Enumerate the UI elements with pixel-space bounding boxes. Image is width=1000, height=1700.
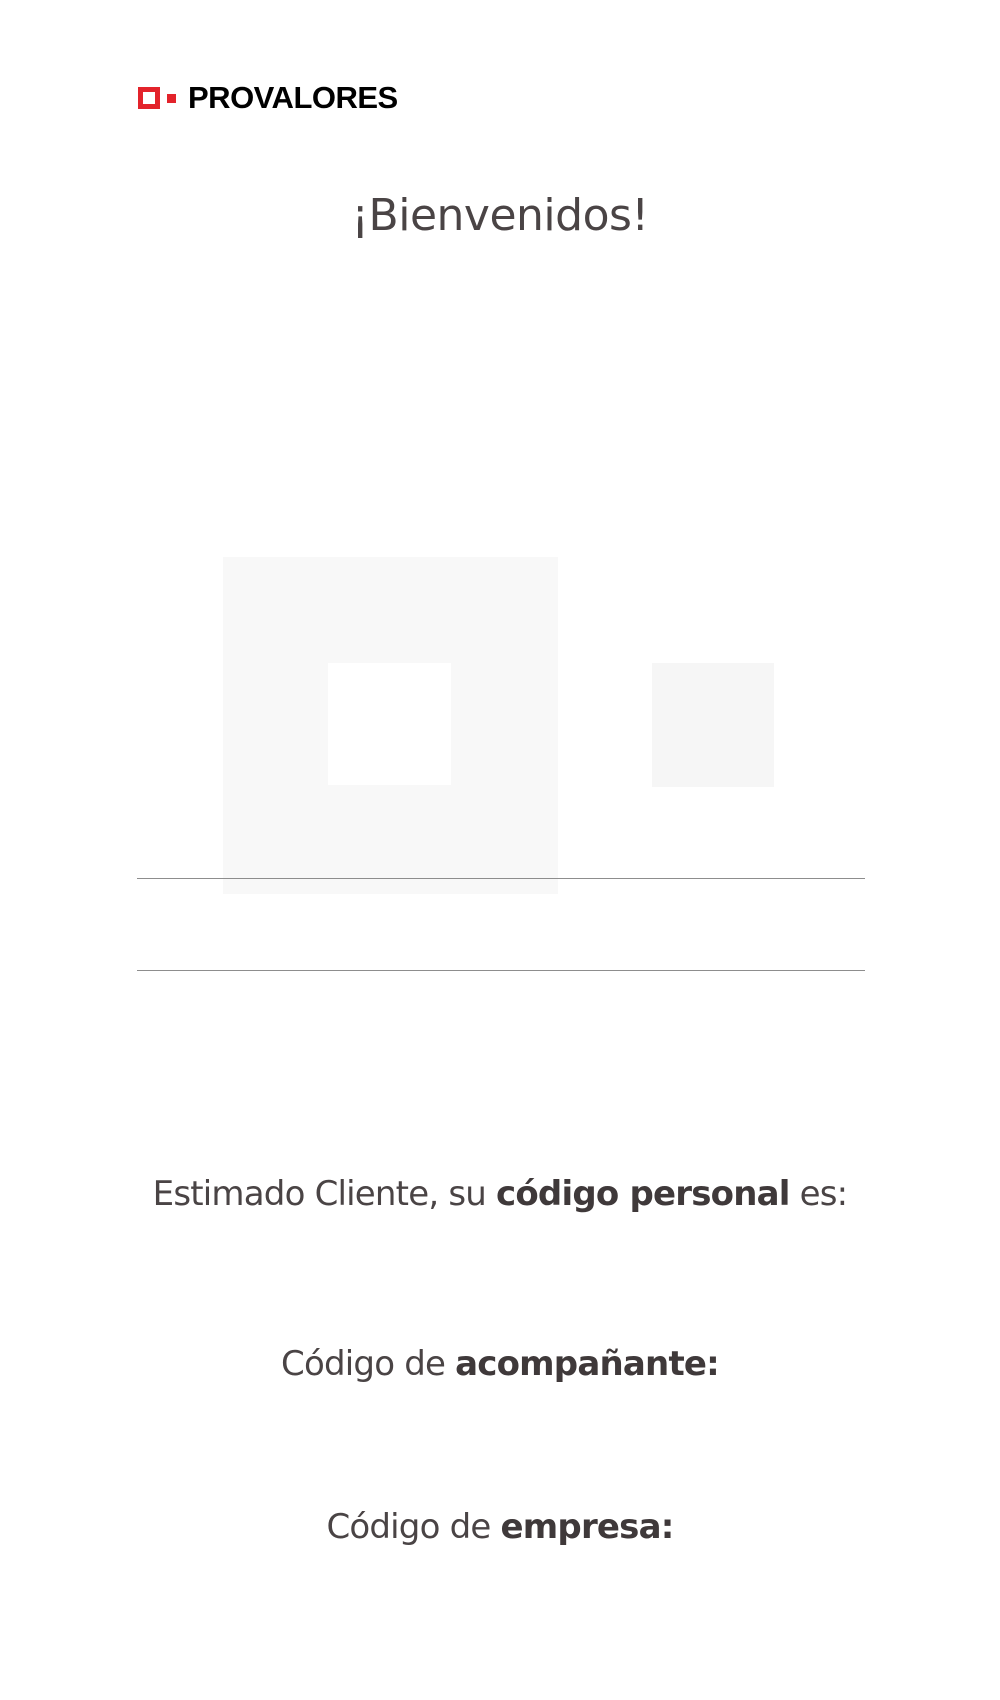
divider-bottom (137, 970, 865, 971)
personal-code-suffix: es: (789, 1174, 848, 1214)
companion-code-prefix: Código de (281, 1344, 456, 1384)
qr-code-placeholder (223, 557, 558, 894)
page-title: ¡Bienvenidos! (351, 190, 649, 241)
logo-dot-icon (167, 93, 176, 103)
personal-code-emphasis: código personal (496, 1174, 790, 1214)
divider-top (137, 878, 865, 879)
company-code-prefix: Código de (326, 1507, 501, 1547)
personal-code-label: Estimado Cliente, su código personal es: (0, 1174, 1000, 1214)
company-code-label: Código de empresa: (0, 1507, 1000, 1547)
provalores-logo-icon (138, 87, 160, 109)
secondary-image-placeholder (652, 663, 774, 787)
brand-name: PROVALORES (188, 80, 398, 115)
qr-code-inner-square (328, 663, 451, 785)
personal-code-prefix: Estimado Cliente, su (152, 1174, 497, 1214)
company-code-emphasis: empresa: (500, 1507, 675, 1547)
brand-logo: PROVALORES (138, 82, 398, 114)
companion-code-emphasis: acompañante: (455, 1344, 720, 1384)
companion-code-label: Código de acompañante: (0, 1344, 1000, 1384)
